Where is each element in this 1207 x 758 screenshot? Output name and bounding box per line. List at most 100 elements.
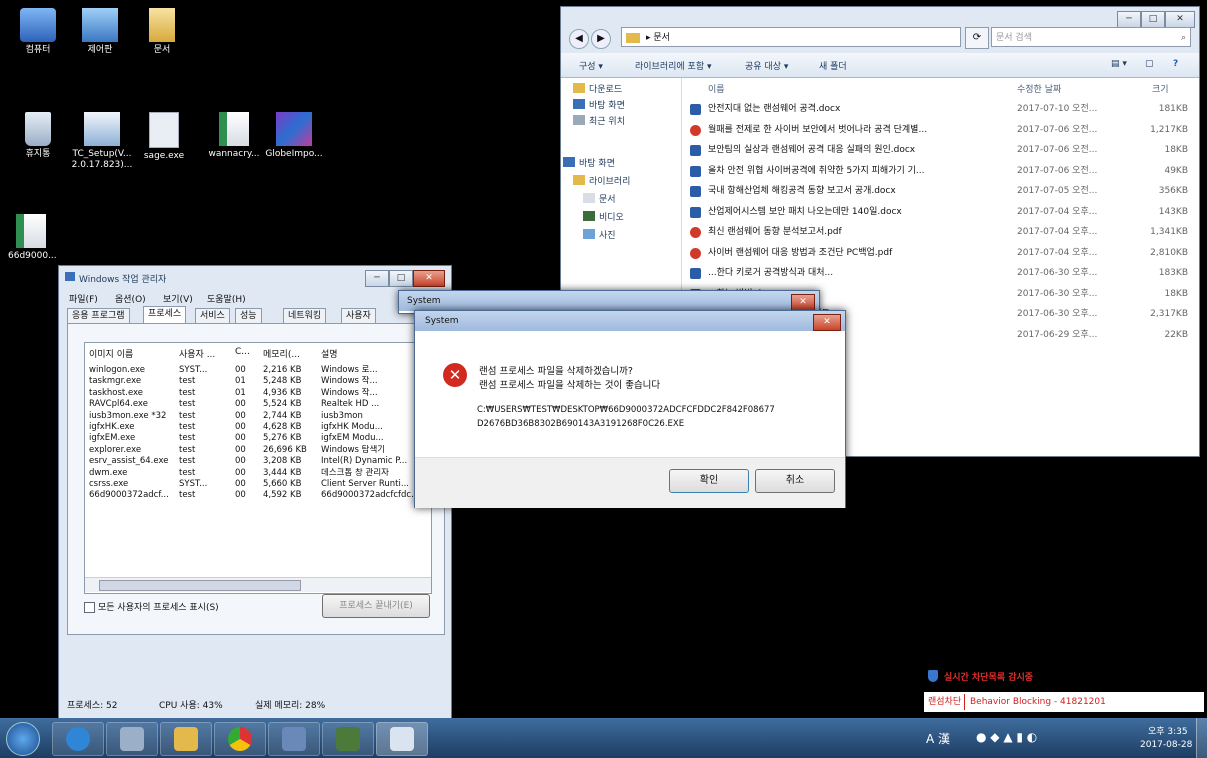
ok-button[interactable]: 확인 <box>669 469 749 493</box>
close-button[interactable]: ✕ <box>791 294 815 311</box>
show-all-processes-checkbox[interactable]: 모든 사용자의 프로세스 표시(S) <box>84 600 219 613</box>
menu-help[interactable]: 도움말(H) <box>207 292 246 305</box>
process-row[interactable]: taskhost.exe test 01 4,936 KB Windows 작... <box>85 388 431 399</box>
desktop-icon-globeimposter[interactable]: GlobeImpo... <box>262 112 326 160</box>
file-row[interactable]: 산업제어시스템 보안 패치 나오는데만 140일.docx 2017-07-04 … <box>682 203 1192 222</box>
back-button[interactable]: ◀ <box>569 29 589 49</box>
column-header-description[interactable]: 설명 <box>321 347 427 360</box>
organize-button[interactable]: 구성 ▾ <box>579 59 603 72</box>
column-header-cpu[interactable]: C... <box>235 347 257 357</box>
process-row[interactable]: RAVCpl64.exe test 00 5,524 KB Realtek HD ... <box>85 399 431 410</box>
desktop-icon-documents[interactable]: 문서 <box>130 8 194 56</box>
column-header-memory[interactable]: 메모리(... <box>263 347 315 360</box>
nav-item-downloads[interactable]: 다운로드 <box>573 82 622 95</box>
process-row[interactable]: dwm.exe test 00 3,444 KB 데스크톱 창 관리자 <box>85 468 431 479</box>
file-row[interactable]: 사이버 랜섬웨어 대응 방법과 조건단 PC백업.pdf 2017-07-04 오… <box>682 244 1192 263</box>
view-icon[interactable]: ▤ ▾ <box>1111 59 1127 69</box>
nav-item-desktop-root[interactable]: 바탕 화면 <box>563 156 615 169</box>
address-bar[interactable]: ▸ 문서 <box>621 27 961 47</box>
process-row[interactable]: 66d9000372adcf... test 00 4,592 KB 66d900037… <box>85 490 431 501</box>
file-row[interactable]: 월패를 전제로 한 사이버 보안에서 벗어나라 공격 단계별... 2017-07… <box>682 121 1192 140</box>
search-input[interactable]: 문서 검색 ⌕ <box>991 27 1191 47</box>
column-header-user[interactable]: 사용자 ... <box>179 347 231 360</box>
cancel-button[interactable]: 취소 <box>755 469 835 493</box>
column-header-image-name[interactable]: 이미지 이름 <box>89 347 175 360</box>
desktop-icon-recycle-bin[interactable]: 휴지통 <box>6 112 70 160</box>
file-row[interactable]: 올차 안전 위협 사이버공격에 취약한 5가지 피해가기 기... 2017-07… <box>682 162 1192 181</box>
clock-date[interactable]: 2017-08-28 <box>1140 740 1192 750</box>
minimize-button[interactable]: ─ <box>365 270 389 287</box>
tab-performance[interactable]: 성능 <box>235 308 262 323</box>
task-manager-window[interactable]: Windows 작업 관리자 ─ □ ✕ 파일(F) 옵션(O) 보기(V) 도… <box>58 265 452 719</box>
desktop-icon-ransom-exe[interactable]: 66d9000... <box>6 214 70 262</box>
process-row[interactable]: csrss.exe SYST... 00 5,660 KB Client Server … <box>85 479 431 490</box>
show-desktop-button[interactable] <box>1196 718 1207 758</box>
nav-item-documents[interactable]: 문서 <box>583 192 616 205</box>
column-header-name[interactable]: 이름 <box>708 82 725 95</box>
preview-pane-icon[interactable]: ▢ <box>1145 59 1154 69</box>
forward-button[interactable]: ▶ <box>591 29 611 49</box>
file-row[interactable]: 국내 항해산업체 해킹공격 동향 보고서 공개.docx 2017-07-05 오… <box>682 182 1192 201</box>
file-row[interactable]: ...한다 키로거 공격방식과 대처... 2017-06-30 오후... 183… <box>682 264 1192 283</box>
help-icon[interactable]: ? <box>1173 59 1178 69</box>
taskbar-item-chrome[interactable] <box>214 722 266 756</box>
tab-processes[interactable]: 프로세스 <box>143 306 187 324</box>
tab-applications[interactable]: 응용 프로그램 <box>67 308 130 323</box>
process-row[interactable]: igfxEM.exe test 00 5,276 KB igfxEM Modu... <box>85 433 431 444</box>
process-row[interactable]: iusb3mon.exe *32 test 00 2,744 KB iusb3mon <box>85 411 431 422</box>
process-row[interactable]: esrv_assist_64.exe test 00 3,208 KB Intel(R)… <box>85 456 431 467</box>
taskbar-item-player[interactable] <box>268 722 320 756</box>
minimize-button[interactable]: ─ <box>1117 11 1141 28</box>
new-folder-button[interactable]: 새 폴더 <box>819 59 847 72</box>
close-button[interactable]: ✕ <box>1165 11 1195 28</box>
tab-users[interactable]: 사용자 <box>341 308 376 323</box>
file-row[interactable]: 보안팀의 실상과 랜섬웨어 공격 대응 실패의 원인.docx 2017-07-0… <box>682 141 1192 160</box>
nav-item-desktop[interactable]: 바탕 화면 <box>573 98 625 111</box>
horizontal-scrollbar[interactable] <box>85 577 431 592</box>
desktop-icon-tc-setup[interactable]: TC_Setup(V... 2.0.17.823)... <box>70 112 134 171</box>
nav-item-videos[interactable]: 비디오 <box>583 210 624 223</box>
file-row[interactable]: 안전지대 없는 랜섬웨어 공격.docx 2017-07-10 오전... 181K… <box>682 100 1192 119</box>
processes-panel: 이미지 이름 사용자 ... C... 메모리(... 설명 winlogon.… <box>67 323 445 635</box>
desktop-icon-wannacry[interactable]: wannacry... <box>202 112 266 160</box>
taskbar-item-explorer[interactable] <box>160 722 212 756</box>
desktop-icon-computer[interactable]: 컴퓨터 <box>6 8 70 56</box>
process-row[interactable]: winlogon.exe SYST... 00 2,216 KB Windows 로..… <box>85 365 431 376</box>
process-row[interactable]: taskmgr.exe test 01 5,248 KB Windows 작... <box>85 376 431 387</box>
process-row[interactable]: explorer.exe test 00 26,696 KB Windows 탐색기 <box>85 445 431 456</box>
column-header-date[interactable]: 수정한 날짜 <box>1017 82 1061 95</box>
menu-options[interactable]: 옵션(O) <box>115 292 146 305</box>
process-row[interactable]: igfxHK.exe test 00 4,628 KB igfxHK Modu... <box>85 422 431 433</box>
ime-indicator[interactable]: A 漢 <box>926 730 950 747</box>
desktop-icon-control-panel[interactable]: 제어판 <box>68 8 132 56</box>
tab-networking[interactable]: 네트워킹 <box>283 308 327 323</box>
nav-item-libraries[interactable]: 라이브러리 <box>573 174 630 187</box>
share-button[interactable]: 공유 대상 ▾ <box>745 59 788 72</box>
start-button[interactable] <box>6 722 40 756</box>
include-library-button[interactable]: 라이브러리에 포함 ▾ <box>635 59 711 72</box>
column-header-size[interactable]: 크기 <box>1152 82 1169 95</box>
close-button[interactable]: ✕ <box>813 314 841 331</box>
menu-file[interactable]: 파일(F) <box>69 292 98 305</box>
system-dialog[interactable]: System ✕ ✕ 랜섬 프로세스 파일을 삭제하겠습니까? 랜섬 프로세스 … <box>414 310 846 508</box>
tab-services[interactable]: 서비스 <box>195 308 230 323</box>
close-button[interactable]: ✕ <box>413 270 445 287</box>
file-row[interactable]: 최신 랜섬웨어 동향 분석보고서.pdf 2017-07-04 오후... 1,34… <box>682 223 1192 242</box>
taskbar-item-network[interactable] <box>322 722 374 756</box>
clock-time[interactable]: 오후 3:35 <box>1148 724 1188 737</box>
end-process-button[interactable]: 프로세스 끝내기(E) <box>322 594 430 618</box>
taskbar-item-media[interactable] <box>106 722 158 756</box>
taskbar-item-ie[interactable] <box>52 722 104 756</box>
maximize-button[interactable]: □ <box>389 270 413 287</box>
tray-icons[interactable]: ● ◆ ▲ ▮ ◐ <box>976 730 1037 744</box>
checkbox-box[interactable] <box>84 602 95 613</box>
alert-entry[interactable]: 랜섬차단 Behavior Blocking - 41821201 <box>924 692 1204 712</box>
refresh-button[interactable]: ⟳ <box>965 27 989 49</box>
menu-view[interactable]: 보기(V) <box>163 292 193 305</box>
taskbar-item-taskmgr[interactable] <box>376 722 428 756</box>
scroll-thumb[interactable] <box>99 580 301 591</box>
nav-item-pictures[interactable]: 사진 <box>583 228 616 241</box>
nav-item-recent[interactable]: 최근 위치 <box>573 114 625 127</box>
desktop-icon-sage[interactable]: sage.exe <box>132 112 196 162</box>
maximize-button[interactable]: □ <box>1141 11 1165 28</box>
